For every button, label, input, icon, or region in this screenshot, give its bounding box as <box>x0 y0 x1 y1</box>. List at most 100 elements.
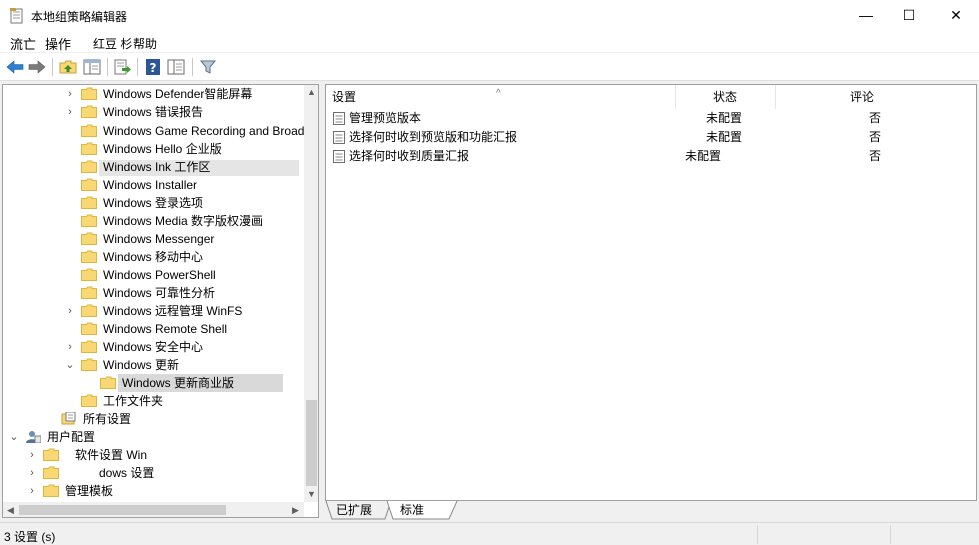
tree-item-label: Windows 安全中心 <box>103 340 204 354</box>
setting-comment: 否 <box>869 149 882 163</box>
back-icon[interactable] <box>5 57 25 77</box>
export-list-icon[interactable] <box>112 57 132 77</box>
help-icon[interactable]: ? <box>143 57 163 77</box>
folder-icon <box>81 87 97 100</box>
tree-item[interactable]: Windows 移动中心 <box>3 248 303 266</box>
tree-item[interactable]: Windows 更新商业版 <box>3 374 303 392</box>
tree-horizontal-scrollbar[interactable]: ◀ ▶ <box>3 502 304 517</box>
close-button[interactable]: ✕ <box>933 0 979 30</box>
column-header-comment[interactable]: 评论 <box>776 85 976 109</box>
collapse-chevron-icon[interactable]: ⌄ <box>65 356 75 374</box>
tree-item[interactable]: Windows Messenger <box>3 230 303 248</box>
menu-view[interactable]: 红豆 杉 <box>93 35 132 52</box>
properties-view-icon[interactable] <box>166 57 186 77</box>
tree-item-label: Windows Defender智能屏幕 <box>103 87 253 101</box>
group-policy-editor-window: 本地组策略编辑器 — ☐ ✕ 流亡 操作 红豆 杉 帮助 ? › Windows… <box>0 0 979 545</box>
tree-item[interactable]: 所有设置 <box>3 410 303 428</box>
settings-list-pane: 设置 ^ 状态 评论 管理预览版本 未配置否选择何时收到预览版和功能汇报 未配置否选… <box>325 84 977 501</box>
status-bar: 3 设置 (s) <box>0 522 979 545</box>
tree-item[interactable]: › dows 设置 <box>3 464 303 482</box>
tree-vertical-scrollbar[interactable]: ▲ ▼ <box>304 85 318 502</box>
tree-item-label: Windows Installer <box>103 178 198 192</box>
scroll-down-arrow-icon[interactable]: ▼ <box>304 487 318 502</box>
tree-item[interactable]: › Windows 远程管理 WinFS <box>3 302 303 320</box>
setting-row[interactable]: 管理预览版本 未配置 否 <box>326 109 976 128</box>
toolbar-separator <box>107 58 108 76</box>
policy-setting-icon <box>333 131 345 144</box>
tree-item[interactable]: ⌄ Windows 更新 <box>3 356 303 374</box>
toolbar-separator <box>52 58 53 76</box>
setting-name: 选择何时收到预览版和功能汇报 <box>349 130 518 144</box>
status-divider <box>757 525 758 544</box>
scroll-left-arrow-icon[interactable]: ◀ <box>3 502 18 517</box>
filter-icon[interactable] <box>198 57 218 77</box>
expand-chevron-icon[interactable]: › <box>65 85 75 103</box>
tree-item[interactable]: › 软件设置 Win <box>3 446 303 464</box>
horizontal-scroll-thumb[interactable] <box>19 505 226 515</box>
tree-item[interactable]: Windows 可靠性分析 <box>3 284 303 302</box>
user-config-icon <box>26 431 41 443</box>
tree-item[interactable]: › Windows 错误报告 <box>3 103 303 121</box>
menu-action[interactable]: 操作 <box>45 34 71 53</box>
column-header-setting[interactable]: 设置 ^ <box>326 85 676 109</box>
toolbar: ? <box>0 53 979 81</box>
tree-item[interactable]: ⌄ 用户配置 <box>3 428 303 446</box>
vertical-scroll-thumb[interactable] <box>306 400 317 486</box>
tab-standard[interactable]: 标准 <box>400 501 424 520</box>
minimize-button[interactable]: — <box>843 0 889 30</box>
tree-item[interactable]: Windows Hello 企业版 <box>3 140 303 158</box>
column-header-comment-label: 评论 <box>850 90 875 104</box>
folder-icon <box>81 105 97 118</box>
expand-chevron-icon[interactable]: › <box>65 103 75 121</box>
menu-help[interactable]: 帮助 <box>133 35 157 52</box>
expand-chevron-icon[interactable]: › <box>65 302 75 320</box>
title-bar: 本地组策略编辑器 — ☐ ✕ <box>0 0 979 30</box>
expand-chevron-icon[interactable]: › <box>27 464 37 482</box>
expand-chevron-icon[interactable]: › <box>27 482 37 500</box>
tree-item[interactable]: Windows Game Recording and Broad' <box>3 122 307 140</box>
tree-item[interactable]: › 管理模板 <box>3 482 303 500</box>
tree-item[interactable]: Windows Ink 工作区 <box>3 158 303 176</box>
status-text: 3 设置 (s) <box>4 530 56 544</box>
show-hide-tree-icon[interactable] <box>82 57 102 77</box>
collapse-chevron-icon[interactable]: ⌄ <box>9 428 19 446</box>
tree-item[interactable]: Windows PowerShell <box>3 266 303 284</box>
folder-icon <box>100 376 116 389</box>
tree-item[interactable]: › Windows Defender智能屏幕 <box>3 85 303 103</box>
folder-icon <box>81 340 97 353</box>
tree-item[interactable]: 工作文件夹 <box>3 392 303 410</box>
tree-item[interactable]: › Windows 安全中心 <box>3 338 303 356</box>
setting-comment: 否 <box>869 111 882 125</box>
folder-icon <box>81 142 97 155</box>
expand-chevron-icon[interactable]: › <box>65 338 75 356</box>
scroll-up-arrow-icon[interactable]: ▲ <box>304 85 318 100</box>
setting-state: 未配置 <box>685 149 722 163</box>
tree-item-label: 所有设置 <box>83 412 132 426</box>
policy-editor-app-icon <box>10 8 23 24</box>
sort-ascending-icon: ^ <box>496 88 501 99</box>
setting-row[interactable]: 选择何时收到质量汇报 未配置 否 <box>326 147 976 166</box>
expand-chevron-icon[interactable]: › <box>27 446 37 464</box>
maximize-button[interactable]: ☐ <box>886 0 932 30</box>
tree-item[interactable]: Windows 登录选项 <box>3 194 303 212</box>
up-folder-icon[interactable] <box>58 57 78 77</box>
column-header-state[interactable]: 状态 <box>676 85 776 109</box>
tree-item-label: Windows 更新 <box>103 358 180 372</box>
tree-item[interactable]: Windows Media 数字版权漫画 <box>3 212 303 230</box>
folder-icon <box>81 304 97 317</box>
setting-name: 选择何时收到质量汇报 <box>349 149 470 163</box>
setting-row[interactable]: 选择何时收到预览版和功能汇报 未配置 否 <box>326 128 976 147</box>
scroll-right-arrow-icon[interactable]: ▶ <box>288 502 303 517</box>
tree-item-label: 软件设置 Win <box>75 448 148 462</box>
setting-state: 未配置 <box>706 130 743 144</box>
menu-file[interactable]: 流亡 <box>10 34 36 53</box>
tree-item[interactable]: Windows Remote Shell <box>3 320 303 338</box>
forward-icon[interactable] <box>27 57 47 77</box>
tree-item-label: Windows Media 数字版权漫画 <box>103 214 264 228</box>
svg-text:?: ? <box>150 61 157 75</box>
view-tabs: 已扩展 标准 <box>325 501 977 520</box>
tree-item-label: Windows 可靠性分析 <box>103 286 216 300</box>
tree-item[interactable]: Windows Installer <box>3 176 303 194</box>
folder-icon <box>43 466 59 479</box>
tab-extended[interactable]: 已扩展 <box>336 501 372 520</box>
